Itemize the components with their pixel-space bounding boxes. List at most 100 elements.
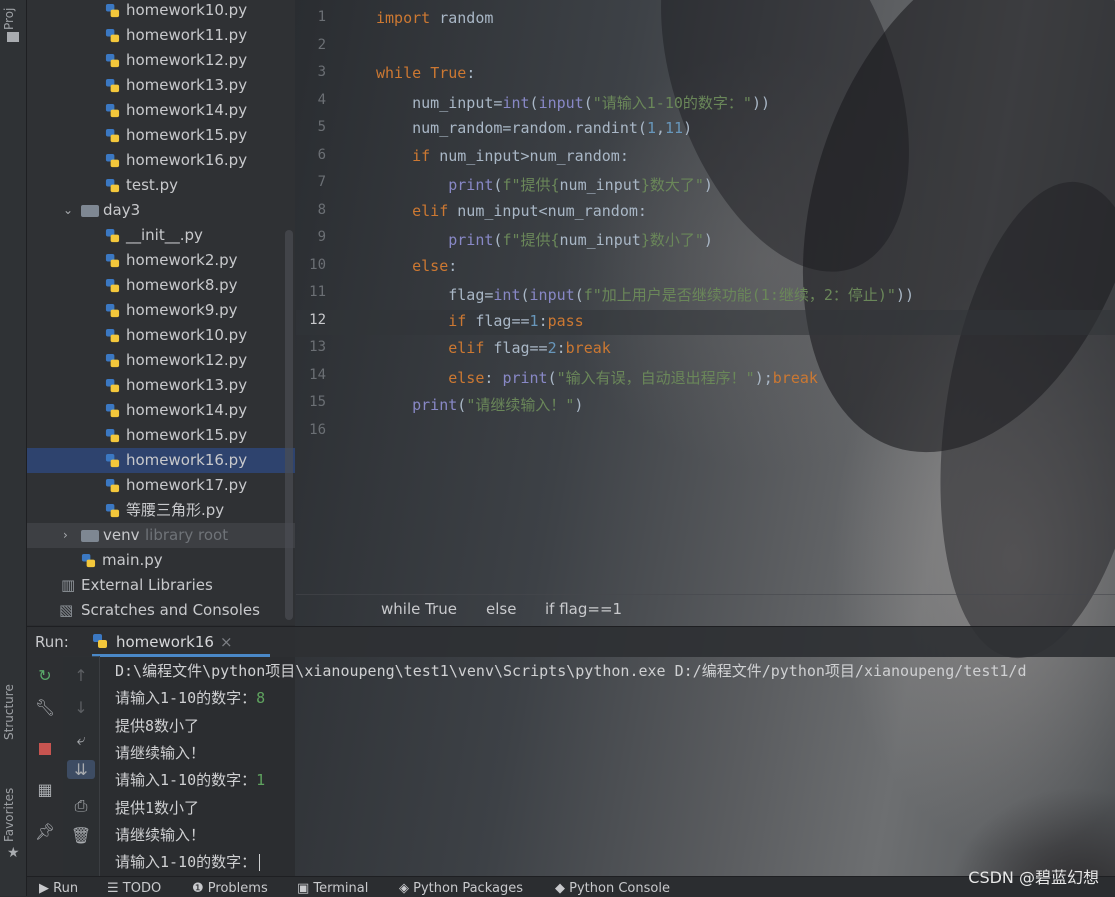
run-tab-homework16[interactable]: homework16 ×: [92, 627, 270, 657]
tree-item[interactable]: __init__.py: [27, 223, 295, 248]
tree-item[interactable]: › ▥ External Libraries: [27, 573, 295, 598]
run-tool-button[interactable]: ▶ Run: [39, 881, 78, 896]
rerun-icon[interactable]: ↻: [33, 666, 57, 685]
console-user-input: 8: [256, 689, 266, 708]
tree-item[interactable]: homework10.py: [27, 323, 295, 348]
tree-item[interactable]: homework14.py: [27, 398, 295, 423]
tree-item-label: 等腰三角形.py: [126, 501, 225, 519]
problems-tool-button[interactable]: ❶ Problems: [192, 881, 268, 896]
python-file-icon: [105, 103, 120, 118]
code-line: if num_input>num_random:: [412, 146, 629, 165]
code-line: print("请继续输入！"): [412, 396, 584, 414]
line-number: 6: [317, 146, 326, 163]
scroll-to-end-icon[interactable]: ⇊: [67, 760, 95, 779]
pin-icon[interactable]: 📌︎: [33, 822, 57, 841]
console-line: D:\编程文件\python项目\xianoupeng\test1\venv\S…: [115, 662, 1027, 680]
tree-item-label: homework16.py: [126, 451, 248, 469]
tree-item-label: homework2.py: [126, 251, 238, 269]
tree-item[interactable]: homework17.py: [27, 473, 295, 498]
tree-item[interactable]: main.py: [27, 548, 295, 573]
line-number: 11: [309, 284, 326, 300]
python-file-icon: [105, 78, 120, 93]
tree-item[interactable]: homework12.py: [27, 348, 295, 373]
tree-item[interactable]: ⌄ day3: [27, 198, 295, 223]
line-number: 13: [309, 339, 326, 355]
chevron-right-icon[interactable]: ›: [63, 523, 68, 548]
python-packages-tool-button[interactable]: ◈ Python Packages: [399, 881, 523, 896]
trash-icon[interactable]: 🗑︎: [69, 826, 93, 845]
tree-item[interactable]: ▧ Scratches and Consoles: [27, 598, 295, 623]
chevron-down-icon[interactable]: ⌄: [63, 198, 73, 223]
tree-item[interactable]: homework16.py: [27, 148, 295, 173]
tree-item-label: homework11.py: [126, 26, 248, 44]
soft-wrap-icon[interactable]: ⤶: [69, 730, 93, 750]
tree-item[interactable]: test.py: [27, 173, 295, 198]
python-file-icon: [105, 428, 120, 443]
tree-item[interactable]: homework13.py: [27, 73, 295, 98]
layout-icon[interactable]: ▦: [33, 780, 57, 799]
line-number: 9: [317, 229, 326, 245]
code-line: if flag==1:pass: [448, 311, 584, 330]
python-file-icon: [105, 453, 120, 468]
console-line: 请输入1-10的数字：1: [115, 771, 266, 790]
up-arrow-icon[interactable]: ↑: [69, 666, 93, 685]
breadcrumb: while True else if flag==1: [296, 594, 1115, 623]
run-toolbar-secondary: ↑ ↓ ⤶ ⇊ ⎙ 🗑︎: [63, 656, 100, 876]
print-icon[interactable]: ⎙: [69, 796, 93, 816]
favorites-tool-tab[interactable]: Favorites: [2, 788, 16, 842]
chevron-right-icon[interactable]: ›: [27, 573, 28, 598]
tree-item-label: homework12.py: [126, 351, 248, 369]
close-icon[interactable]: ×: [220, 633, 233, 651]
bottom-tool-bar: ▶ Run ☰ TODO ❶ Problems ▣ Terminal ◈ Pyt…: [27, 876, 1115, 897]
structure-tool-tab[interactable]: Structure: [2, 684, 16, 740]
terminal-tool-button[interactable]: ▣ Terminal: [297, 881, 368, 896]
tree-item-label: homework12.py: [126, 51, 248, 69]
run-console[interactable]: D:\编程文件\python项目\xianoupeng\test1\venv\S…: [100, 656, 1115, 876]
run-tab-label: homework16: [116, 633, 214, 651]
project-scrollbar[interactable]: [285, 230, 293, 620]
tree-item[interactable]: homework2.py: [27, 248, 295, 273]
tree-item[interactable]: homework16.py: [27, 448, 295, 473]
python-file-icon: [105, 503, 120, 518]
tree-item-label: homework13.py: [126, 76, 248, 94]
todo-tool-button[interactable]: ☰ TODO: [107, 881, 161, 896]
tree-item[interactable]: homework15.py: [27, 423, 295, 448]
tree-item[interactable]: homework13.py: [27, 373, 295, 398]
tree-item[interactable]: homework8.py: [27, 273, 295, 298]
tree-item[interactable]: homework10.py: [27, 0, 295, 23]
tree-item-label: homework17.py: [126, 476, 248, 494]
tree-item[interactable]: › venv library root: [27, 523, 295, 548]
wrench-icon[interactable]: 🔧︎: [33, 698, 57, 717]
down-arrow-icon[interactable]: ↓: [69, 698, 93, 717]
library-icon: ▥: [61, 576, 76, 594]
console-user-input: 1: [256, 771, 266, 790]
console-line: 提供8数小了: [115, 716, 200, 735]
stop-icon[interactable]: [33, 740, 57, 759]
python-file-icon: [105, 53, 120, 68]
breadcrumb-item[interactable]: else: [486, 595, 516, 623]
code-editor[interactable]: 1 2 3 4 5 6 7 8 9 10 11 12 13 14 15 16 import random whi…: [296, 0, 1115, 592]
python-file-icon: [105, 178, 120, 193]
code-line: while True:: [376, 64, 476, 82]
project-tool-tab[interactable]: Proj: [2, 8, 16, 30]
console-line: 请继续输入！: [115, 825, 206, 844]
text-cursor: [259, 854, 261, 872]
line-number: 14: [309, 366, 326, 383]
python-console-tool-button[interactable]: ◆ Python Console: [555, 881, 670, 896]
scratches-icon: ▧: [59, 601, 74, 619]
tree-item[interactable]: homework15.py: [27, 123, 295, 148]
breadcrumb-item[interactable]: if flag==1: [545, 595, 622, 623]
line-number: 3: [317, 64, 326, 80]
python-file-icon: [105, 253, 120, 268]
tree-item[interactable]: homework12.py: [27, 48, 295, 73]
code-line: else:: [412, 256, 458, 275]
tree-item[interactable]: 等腰三角形.py: [27, 498, 295, 523]
breadcrumb-item[interactable]: while True: [381, 595, 457, 623]
tree-item[interactable]: homework14.py: [27, 98, 295, 123]
tree-item[interactable]: homework9.py: [27, 298, 295, 323]
tree-item-label: homework14.py: [126, 101, 248, 119]
python-file-icon: [105, 378, 120, 393]
python-file-icon: [105, 478, 120, 493]
tree-item-label: homework10.py: [126, 326, 248, 344]
tree-item[interactable]: homework11.py: [27, 23, 295, 48]
